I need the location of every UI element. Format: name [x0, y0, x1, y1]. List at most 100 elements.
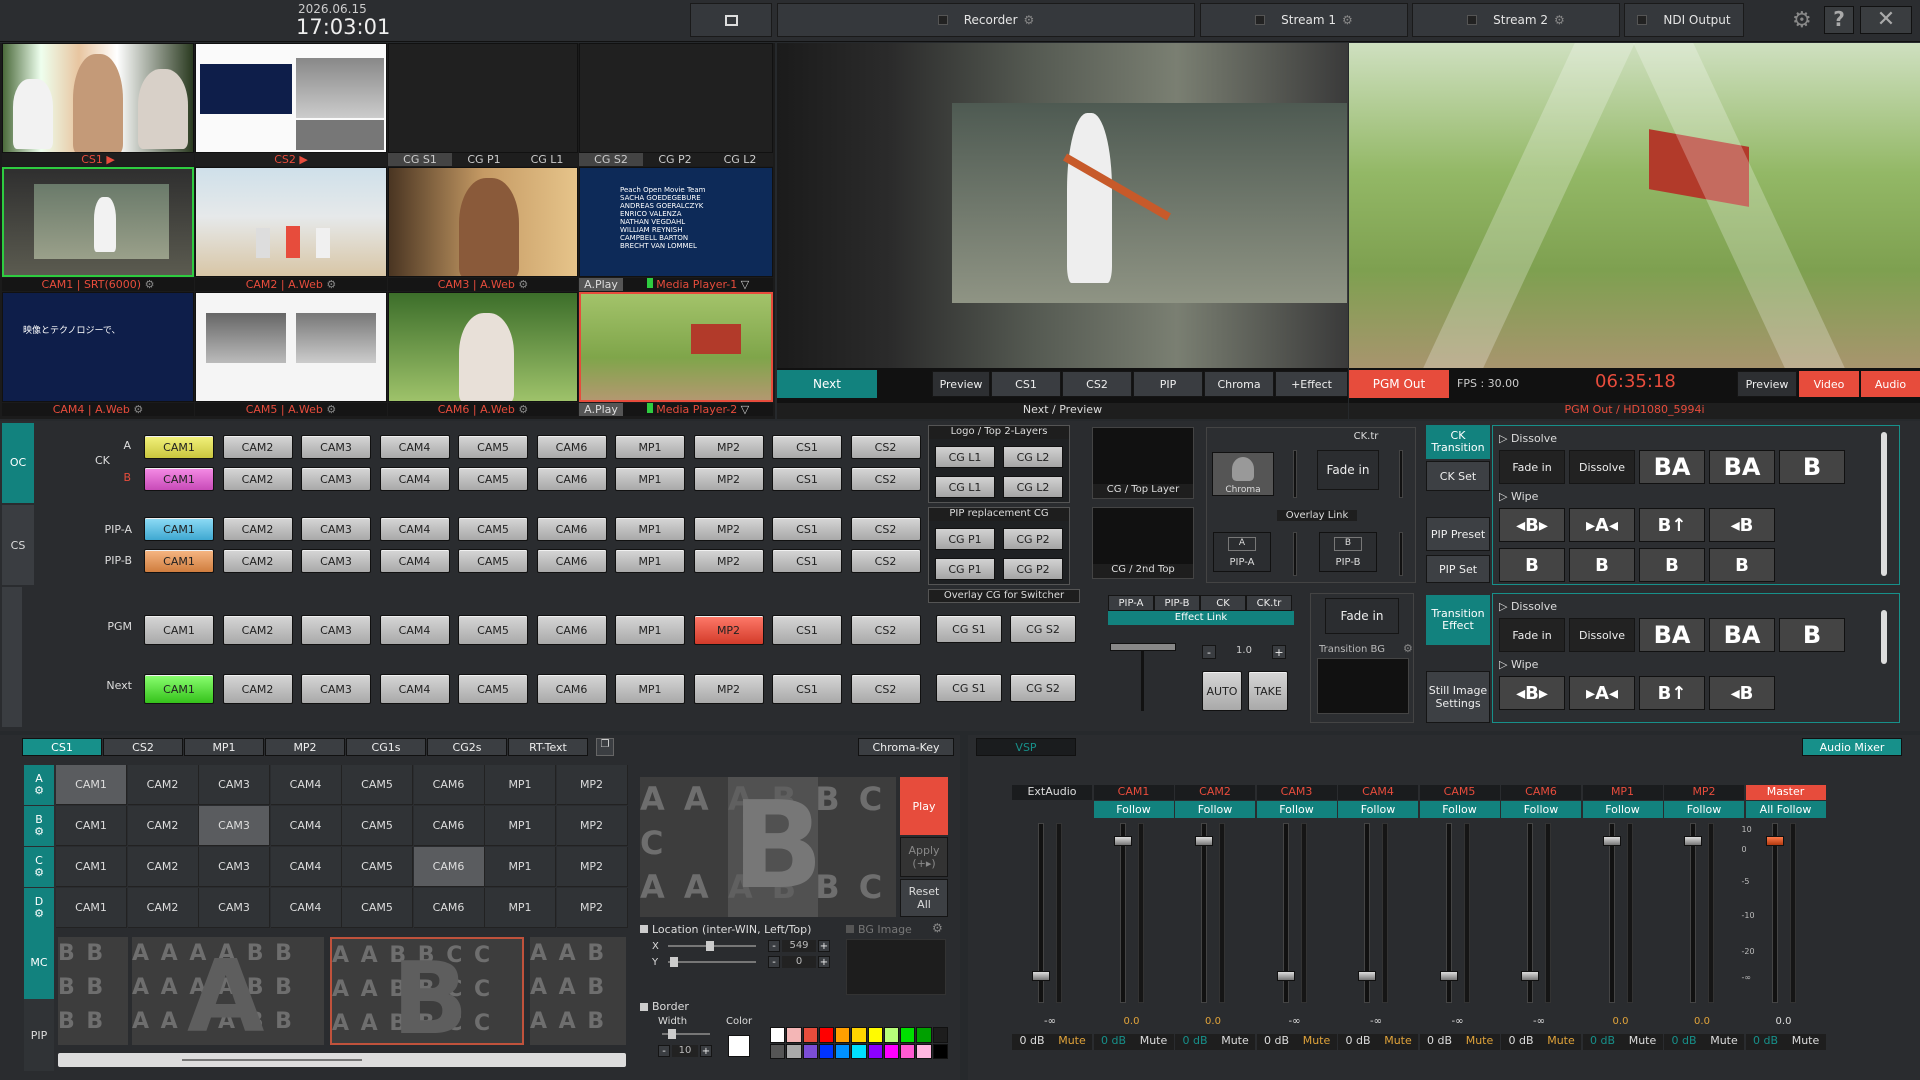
channel-cam1-follow[interactable]: Follow	[1093, 801, 1174, 818]
cg-s2-button-1[interactable]: CG S2	[1010, 615, 1076, 643]
tr-wipe-left[interactable]: ◂B	[1709, 676, 1775, 710]
palette-swatch-7[interactable]	[867, 1027, 883, 1043]
gear-icon[interactable]: ⚙	[326, 278, 336, 291]
pip-a-cam4-button[interactable]: CAM4	[379, 517, 450, 541]
pip-b-cam2-button[interactable]: CAM2	[222, 549, 293, 573]
preview-tab-effect[interactable]: +Effect	[1275, 371, 1348, 397]
channel-cam1-mute[interactable]: Mute	[1133, 1034, 1174, 1050]
recorder-checkbox[interactable]	[937, 15, 948, 25]
cg-p2-button-1[interactable]: CG P2	[1003, 528, 1063, 550]
gear-icon[interactable]: ⚙	[1342, 13, 1353, 27]
gear-icon[interactable]: ⚙	[1403, 642, 1413, 655]
grid-a-cam1[interactable]: CAM1	[56, 765, 127, 805]
tr-wipe-hinward[interactable]: ▸A◂	[1569, 676, 1635, 710]
location-checkbox[interactable]	[640, 925, 648, 933]
grid-a-cam4[interactable]: CAM4	[270, 765, 342, 805]
pip-b-cam5-button[interactable]: CAM5	[458, 549, 528, 573]
settings-gear-icon[interactable]: ⚙	[1792, 8, 1812, 33]
cg-p2-tab[interactable]: CG P2	[643, 153, 707, 166]
media-player1-thumbnail[interactable]: Peach Open Movie Team SACHA GOEDEGEBURE AN…	[579, 167, 773, 277]
layout-scrollbar[interactable]	[58, 1053, 626, 1067]
ck-transition-button[interactable]: CK Transition	[1426, 425, 1490, 459]
channel-cam6-fader-knob[interactable]	[1521, 971, 1539, 981]
composite-tab-cg2s[interactable]: CG2s	[427, 738, 507, 756]
mc-label[interactable]: MC	[24, 927, 54, 999]
still-image-settings-button[interactable]: Still Image Settings	[1426, 671, 1490, 723]
channel-cam2-fader-track[interactable]	[1201, 823, 1207, 1003]
palette-swatch-19[interactable]	[883, 1043, 900, 1059]
aplay2-button[interactable]: A.Play	[579, 403, 623, 416]
y-plus-button[interactable]: +	[818, 956, 830, 968]
grid-c-cam6[interactable]: CAM6	[413, 847, 485, 887]
cg-top-layer-preview[interactable]: CG / Top Layer	[1092, 427, 1194, 499]
preview-tab-preview[interactable]: Preview	[932, 371, 990, 397]
channel-cam5-follow[interactable]: Follow	[1419, 801, 1500, 818]
cg-s1-button-2[interactable]: CG S1	[936, 674, 1002, 702]
channel-master-fader-knob[interactable]	[1765, 836, 1784, 846]
pgm-cs1-button[interactable]: CS1	[772, 615, 842, 645]
ck-wipe-left[interactable]: ◂B	[1709, 508, 1775, 542]
ck-b-cam4-button[interactable]: CAM4	[379, 467, 450, 491]
next-mp2-button[interactable]: MP2	[693, 674, 764, 704]
pgm-tab-preview[interactable]: Preview	[1737, 371, 1797, 397]
stream2-button[interactable]: Stream 2 ⚙	[1412, 3, 1620, 37]
channel-cam4-follow[interactable]: Follow	[1338, 801, 1418, 818]
aplay1-button[interactable]: A.Play	[579, 278, 623, 291]
grid-d-cam3[interactable]: CAM3	[199, 888, 270, 928]
next-button[interactable]: Next	[777, 370, 877, 398]
grid-b-cam6[interactable]: CAM6	[413, 806, 485, 846]
pgm-mp1-button[interactable]: MP1	[615, 615, 685, 645]
take-button[interactable]: TAKE	[1248, 671, 1288, 711]
ck-b-effect[interactable]: B	[1779, 450, 1845, 484]
composite-tab-cs2[interactable]: CS2	[103, 738, 183, 756]
cs2-thumbnail[interactable]	[195, 43, 387, 153]
palette-swatch-12[interactable]	[770, 1043, 786, 1059]
palette-swatch-9[interactable]	[900, 1027, 916, 1043]
ck-ba-effect-2[interactable]: BA	[1709, 450, 1775, 484]
cg-s1-button-1[interactable]: CG S1	[936, 615, 1002, 643]
channel-cam2-fader-knob[interactable]	[1195, 836, 1213, 846]
row-d-label[interactable]: D ⚙	[24, 888, 54, 928]
play-button[interactable]: Play	[900, 777, 948, 835]
chroma-button[interactable]: Chroma	[1212, 452, 1274, 496]
ck-a-cam4-button[interactable]: CAM4	[379, 435, 450, 459]
palette-swatch-8[interactable]	[883, 1027, 900, 1043]
channel-cam5-db[interactable]: 0 dB	[1419, 1034, 1460, 1050]
recorder-button[interactable]: Recorder ⚙	[777, 3, 1195, 37]
width-slider[interactable]	[662, 1029, 710, 1039]
pgm-tab-video[interactable]: Video	[1799, 371, 1859, 397]
grid-c-cam1[interactable]: CAM1	[56, 847, 127, 887]
pip-a-cam5-button[interactable]: CAM5	[458, 517, 528, 541]
pgm-mp2-button[interactable]: MP2	[693, 615, 764, 645]
ck-a-mp2-button[interactable]: MP2	[693, 435, 764, 459]
grid-a-cam2[interactable]: CAM2	[127, 765, 199, 805]
pipa-fader[interactable]	[1293, 532, 1297, 576]
rate-value[interactable]: 1.0	[1218, 645, 1270, 659]
grid-d-cam5[interactable]: CAM5	[342, 888, 413, 928]
preview-tab-pip[interactable]: PIP	[1133, 371, 1203, 397]
auto-button[interactable]: AUTO	[1202, 671, 1242, 711]
grid-a-cam5[interactable]: CAM5	[342, 765, 413, 805]
palette-swatch-11[interactable]	[932, 1027, 948, 1043]
pipb-overlay-button[interactable]: B PIP-B	[1319, 532, 1377, 572]
channel-extaudio-mute[interactable]: Mute	[1052, 1034, 1092, 1050]
grid-c-mp1[interactable]: MP1	[485, 847, 556, 887]
channel-mp1-follow[interactable]: Follow	[1582, 801, 1663, 818]
channel-cam5-mute[interactable]: Mute	[1459, 1034, 1500, 1050]
composite-tab-rt-text[interactable]: RT-Text	[508, 738, 588, 756]
pgm-cam2-button[interactable]: CAM2	[222, 615, 293, 645]
tr-fadein-effect[interactable]: Fade in	[1499, 618, 1565, 652]
row-b-label[interactable]: B ⚙	[24, 806, 54, 846]
cktr-fadein-button[interactable]: Fade in	[1317, 450, 1379, 490]
palette-swatch-20[interactable]	[900, 1043, 916, 1059]
channel-mp2-mute[interactable]: Mute	[1704, 1034, 1744, 1050]
grid-b-mp2[interactable]: MP2	[556, 806, 628, 846]
rate-plus-button[interactable]: +	[1272, 645, 1286, 659]
palette-swatch-2[interactable]	[786, 1027, 802, 1043]
ck-wipe-hinward[interactable]: ▸A◂	[1569, 508, 1635, 542]
next-cs1-button[interactable]: CS1	[772, 674, 842, 704]
tr-b-effect[interactable]: B	[1779, 618, 1845, 652]
gear-icon[interactable]: ⚙	[1024, 13, 1035, 27]
ck-dissolve-effect[interactable]: Dissolve	[1569, 450, 1635, 484]
ck-effects-scrollbar[interactable]	[1881, 432, 1887, 576]
